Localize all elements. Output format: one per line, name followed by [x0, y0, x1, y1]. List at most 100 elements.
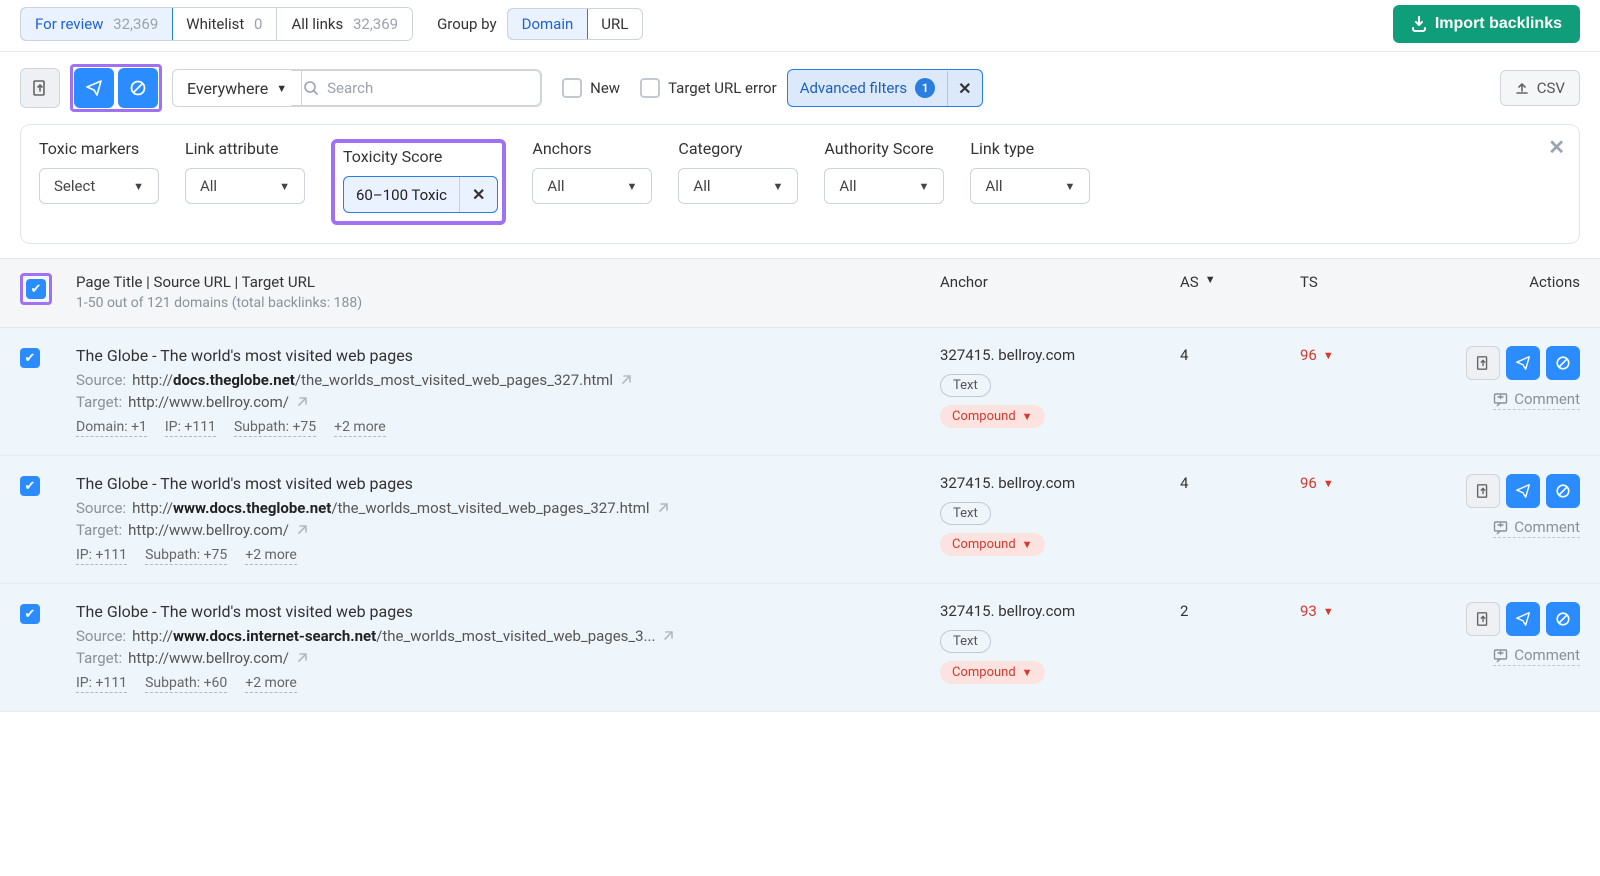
highlighted-action-buttons: [70, 64, 162, 112]
link-type-select[interactable]: All ▼: [970, 168, 1090, 204]
filter-toxic-markers: Toxic markers Select ▼: [39, 139, 159, 225]
filter-link-attribute: Link attribute All ▼: [185, 139, 305, 225]
col-label: AS: [1180, 273, 1199, 291]
comment-button[interactable]: Comment: [1493, 518, 1580, 538]
filter-link-type: Link type All ▼: [970, 139, 1090, 225]
compound-badge[interactable]: Compound ▼: [940, 533, 1045, 556]
row-target: Target: http://www.bellroy.com/: [76, 393, 920, 411]
block-row-button[interactable]: [1546, 346, 1580, 380]
new-checkbox[interactable]: New: [562, 78, 620, 98]
search-scope-dropdown[interactable]: Everywhere ▼: [173, 70, 302, 106]
tab-for-review[interactable]: For review 32,369: [20, 7, 173, 41]
meta-link[interactable]: +2 more: [245, 547, 297, 565]
anchor-text: 327415. bellroy.com: [940, 474, 1160, 492]
chip-label: Advanced filters: [800, 79, 907, 97]
category-select[interactable]: All ▼: [678, 168, 798, 204]
row-source: Source: http://www.docs.theglobe.net/the…: [76, 499, 920, 517]
advanced-filters-chip[interactable]: Advanced filters 1 ✕: [787, 69, 983, 107]
chip-count: 1: [915, 78, 935, 98]
toxicity-score-chip[interactable]: 60–100 Toxic ✕: [343, 176, 498, 213]
comment-button[interactable]: Comment: [1493, 390, 1580, 410]
meta-link[interactable]: Subpath: +75: [145, 547, 227, 565]
filter-label: Category: [678, 139, 798, 158]
highlighted-select-all: ✔: [20, 273, 52, 305]
external-link-icon[interactable]: [295, 395, 309, 409]
row-checkbox[interactable]: ✔: [20, 604, 40, 624]
external-link-icon[interactable]: [295, 523, 309, 537]
send-row-button[interactable]: [1506, 346, 1540, 380]
link-attribute-select[interactable]: All ▼: [185, 168, 305, 204]
search-icon: [303, 80, 319, 96]
chevron-down-icon: ▼: [919, 180, 930, 193]
meta-link[interactable]: Domain: +1: [76, 419, 147, 437]
header-as-col[interactable]: AS ▼: [1180, 273, 1280, 291]
authority-score-select[interactable]: All ▼: [824, 168, 944, 204]
close-panel-button[interactable]: ✕: [1548, 135, 1565, 159]
send-row-button[interactable]: [1506, 602, 1540, 636]
chevron-down-icon: ▼: [773, 180, 784, 193]
text-badge: Text: [940, 374, 991, 397]
tab-all-links[interactable]: All links 32,369: [277, 8, 412, 40]
meta-link[interactable]: Subpath: +60: [145, 675, 227, 693]
search-placeholder: Search: [327, 79, 373, 97]
compound-badge[interactable]: Compound ▼: [940, 661, 1045, 684]
chevron-down-icon: ▼: [1022, 410, 1033, 423]
target-url-error-checkbox[interactable]: Target URL error: [640, 78, 777, 98]
groupby-domain[interactable]: Domain: [507, 8, 589, 40]
import-backlinks-button[interactable]: Import backlinks: [1393, 5, 1580, 43]
text-badge: Text: [940, 502, 991, 525]
select-value: All: [839, 177, 856, 195]
select-all-checkbox[interactable]: ✔: [26, 279, 46, 299]
filter-category: Category All ▼: [678, 139, 798, 225]
row-checkbox[interactable]: ✔: [20, 348, 40, 368]
row-target: Target: http://www.bellroy.com/: [76, 649, 920, 667]
header-anchor-col: Anchor: [940, 273, 1160, 291]
export-row-button[interactable]: [1466, 474, 1500, 508]
search-input[interactable]: Search: [291, 70, 541, 106]
as-value: 2: [1180, 602, 1188, 620]
groupby-url[interactable]: URL: [587, 9, 642, 39]
meta-link[interactable]: IP: +111: [76, 547, 127, 565]
ts-value[interactable]: 93 ▼: [1300, 602, 1420, 620]
compound-badge[interactable]: Compound ▼: [940, 405, 1045, 428]
meta-link[interactable]: +2 more: [334, 419, 386, 437]
meta-link[interactable]: Subpath: +75: [234, 419, 316, 437]
external-link-icon[interactable]: [295, 651, 309, 665]
button-label: Import backlinks: [1435, 15, 1562, 33]
block-row-button[interactable]: [1546, 474, 1580, 508]
select-value: All: [200, 177, 217, 195]
meta-link[interactable]: IP: +111: [165, 419, 216, 437]
external-link-icon[interactable]: [656, 501, 670, 515]
header-title-col: Page Title | Source URL | Target URL: [76, 273, 920, 291]
row-meta: IP: +111 Subpath: +60 +2 more: [76, 675, 920, 693]
header-actions-col: Actions: [1440, 273, 1580, 291]
tab-whitelist[interactable]: Whitelist 0: [172, 8, 277, 40]
ts-value[interactable]: 96 ▼: [1300, 346, 1420, 364]
export-csv-button[interactable]: CSV: [1500, 70, 1580, 106]
groupby-tabs: Domain URL: [507, 8, 644, 40]
block-button[interactable]: [118, 68, 158, 108]
ts-value[interactable]: 96 ▼: [1300, 474, 1420, 492]
row-checkbox[interactable]: ✔: [20, 476, 40, 496]
chevron-down-icon: ▼: [279, 180, 290, 193]
toxic-markers-select[interactable]: Select ▼: [39, 168, 159, 204]
send-button[interactable]: [74, 68, 114, 108]
external-link-icon[interactable]: [661, 629, 675, 643]
comment-button[interactable]: Comment: [1493, 646, 1580, 666]
tab-count: 32,369: [353, 15, 398, 33]
button-label: CSV: [1537, 79, 1565, 97]
close-icon[interactable]: ✕: [459, 177, 497, 212]
close-icon[interactable]: ✕: [947, 71, 981, 106]
meta-link[interactable]: IP: +111: [76, 675, 127, 693]
meta-link[interactable]: +2 more: [245, 675, 297, 693]
export-row-button[interactable]: [1466, 346, 1500, 380]
export-page-button[interactable]: [20, 68, 60, 108]
filter-label: Link attribute: [185, 139, 305, 158]
export-row-button[interactable]: [1466, 602, 1500, 636]
checkbox-icon: [562, 78, 582, 98]
anchors-select[interactable]: All ▼: [532, 168, 652, 204]
chevron-down-icon: ▼: [276, 82, 287, 95]
send-row-button[interactable]: [1506, 474, 1540, 508]
external-link-icon[interactable]: [619, 373, 633, 387]
block-row-button[interactable]: [1546, 602, 1580, 636]
